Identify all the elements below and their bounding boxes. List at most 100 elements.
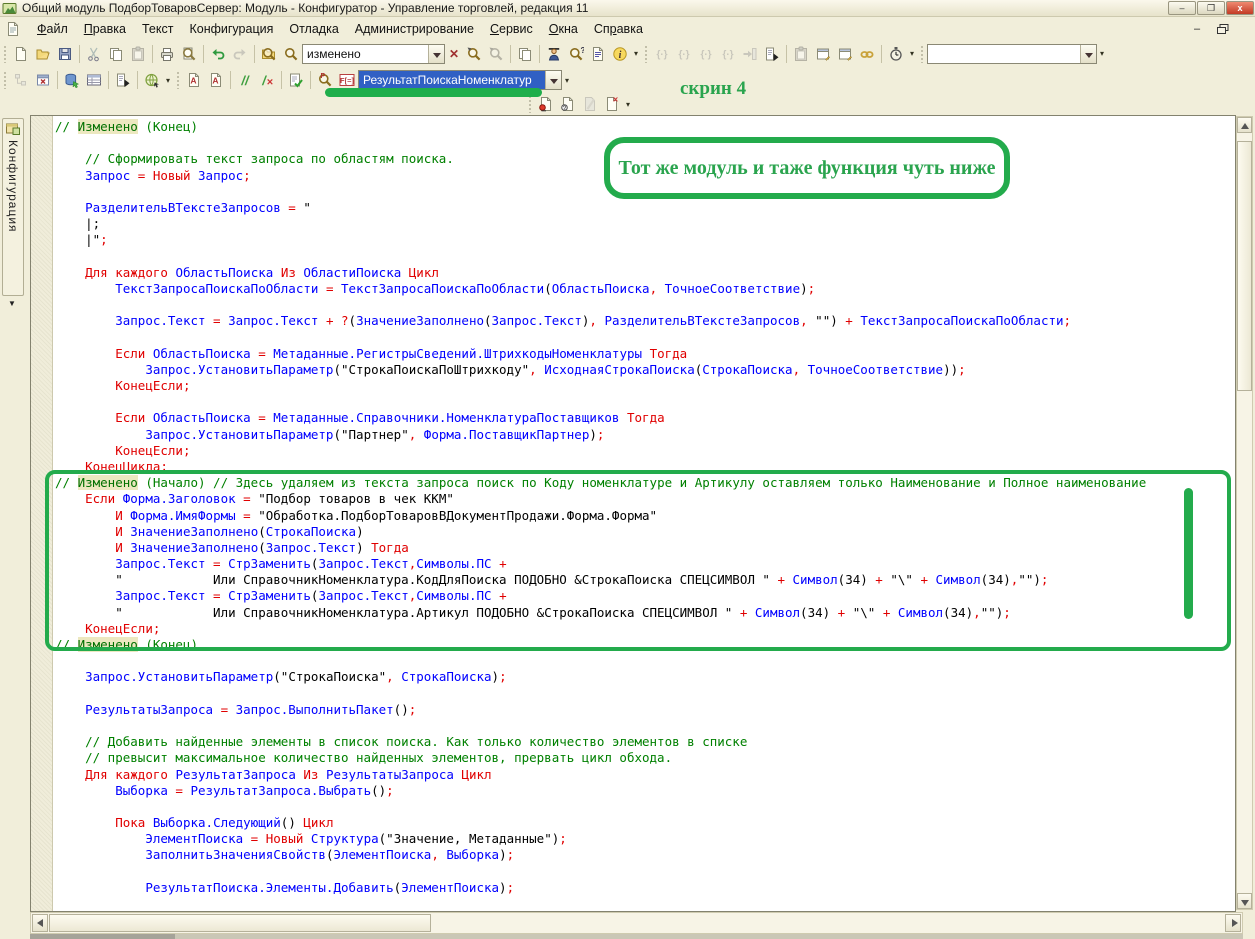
- module-text-icon[interactable]: [587, 43, 609, 65]
- template-list-icon[interactable]: [834, 43, 856, 65]
- toolbar-overflow-caret[interactable]: ▾: [631, 49, 641, 58]
- next-procedure-icon[interactable]: {·}: [695, 43, 717, 65]
- clear-bookmarks-icon[interactable]: ×: [601, 93, 623, 115]
- vertical-scrollbar[interactable]: [1236, 116, 1253, 910]
- toolbar-grip[interactable]: [528, 95, 532, 113]
- toolbar-overflow-caret[interactable]: ▾: [907, 49, 917, 58]
- restore-button[interactable]: ❐: [1197, 1, 1225, 15]
- hierarchy-icon[interactable]: [10, 69, 32, 91]
- horizontal-scroll-thumb[interactable]: [49, 914, 431, 932]
- comment-lines-icon[interactable]: //: [234, 69, 256, 91]
- toolbar-overflow-caret[interactable]: ▾: [562, 76, 572, 85]
- links-icon[interactable]: [856, 43, 878, 65]
- syntax-help-search-icon[interactable]: ?: [565, 43, 587, 65]
- clear-search-button[interactable]: ✕: [445, 44, 463, 64]
- quick-search-combo-value[interactable]: [928, 45, 1080, 63]
- minimize-button[interactable]: –: [1168, 1, 1196, 15]
- configuration-window-icon[interactable]: [83, 69, 105, 91]
- close-window-icon[interactable]: [32, 69, 54, 91]
- find-previous-icon[interactable]: [485, 43, 507, 65]
- menu-item-отладка[interactable]: Отладка: [281, 19, 346, 39]
- window-title: Общий модуль ПодборТоваровСервер: Модуль…: [22, 1, 588, 15]
- toolbar-grip[interactable]: [3, 71, 7, 89]
- toolbar-grip[interactable]: [920, 45, 924, 63]
- copy-fragment-icon[interactable]: [514, 43, 536, 65]
- dock-caret-icon[interactable]: ▼: [8, 299, 16, 308]
- search-combo-dropdown-icon[interactable]: [428, 45, 444, 63]
- procedures-combo[interactable]: РезультатПоискаНоменклатур: [358, 70, 562, 90]
- show-in-tree-icon[interactable]: [761, 43, 783, 65]
- menu-item-конфигурация[interactable]: Конфигурация: [181, 19, 281, 39]
- copy-icon[interactable]: [105, 43, 127, 65]
- undo-icon[interactable]: [207, 43, 229, 65]
- format-block-alt-icon[interactable]: A: [205, 69, 227, 91]
- previous-procedure-icon[interactable]: {·}: [673, 43, 695, 65]
- svg-text:{·}: {·}: [700, 49, 711, 60]
- goto-definition-icon[interactable]: {·}: [651, 43, 673, 65]
- find-icon[interactable]: [280, 43, 302, 65]
- open-file-icon[interactable]: [32, 43, 54, 65]
- toolbar-grip[interactable]: [176, 71, 180, 89]
- toolbar-grip[interactable]: [644, 45, 648, 63]
- format-block-icon[interactable]: A: [183, 69, 205, 91]
- toolbar-separator: [152, 45, 153, 63]
- syntax-check-icon[interactable]: [543, 43, 565, 65]
- web-client-check-icon[interactable]: [141, 69, 163, 91]
- menu-item-сервис[interactable]: Сервис: [482, 19, 541, 39]
- info-icon[interactable]: i: [609, 43, 631, 65]
- toolbar-overflow-caret[interactable]: ▾: [163, 76, 173, 85]
- print-preview-icon[interactable]: [178, 43, 200, 65]
- find-in-files-icon[interactable]: [258, 43, 280, 65]
- menu-item-текст[interactable]: Текст: [134, 19, 181, 39]
- compare-config-icon[interactable]: [112, 69, 134, 91]
- check-modules-icon[interactable]: [285, 69, 307, 91]
- paste-icon[interactable]: [127, 43, 149, 65]
- horizontal-scrollbar[interactable]: [30, 912, 1243, 934]
- search-combo-value[interactable]: изменено: [303, 45, 428, 63]
- procedures-combo-dropdown-icon[interactable]: [545, 71, 561, 89]
- status-strip: [175, 934, 1243, 939]
- next-bookmark-icon[interactable]: ?: [557, 93, 579, 115]
- toolbar-separator: [881, 45, 882, 63]
- menu-item-справка[interactable]: Справка: [586, 19, 651, 39]
- code-line: [55, 864, 1235, 880]
- redo-icon[interactable]: [229, 43, 251, 65]
- menu-item-окна[interactable]: Окна: [541, 19, 586, 39]
- procedures-combo-value[interactable]: РезультатПоискаНоменклатур: [359, 71, 545, 89]
- uncomment-lines-icon[interactable]: /×: [256, 69, 278, 91]
- toolbar-overflow-caret[interactable]: ▾: [1097, 49, 1107, 58]
- toolbar-grip[interactable]: [3, 45, 7, 63]
- paste-template-icon[interactable]: [790, 43, 812, 65]
- menu-item-правка[interactable]: Правка: [76, 19, 134, 39]
- performance-measure-icon[interactable]: [885, 43, 907, 65]
- find-next-icon[interactable]: [463, 43, 485, 65]
- new-file-icon[interactable]: [10, 43, 32, 65]
- vertical-scroll-thumb[interactable]: [1237, 141, 1252, 391]
- menu-item-файл[interactable]: Файл: [29, 19, 76, 39]
- quick-search-combo[interactable]: [927, 44, 1097, 64]
- mdi-minimize-button[interactable]: –: [1189, 24, 1205, 37]
- scroll-up-button[interactable]: [1237, 117, 1252, 133]
- edit-template-icon[interactable]: [812, 43, 834, 65]
- scroll-down-button[interactable]: [1237, 893, 1252, 909]
- toolbar-separator: [254, 45, 255, 63]
- close-button[interactable]: x: [1226, 1, 1254, 15]
- scroll-left-button[interactable]: [32, 914, 48, 932]
- print-icon[interactable]: [156, 43, 178, 65]
- scroll-right-button[interactable]: [1225, 914, 1241, 932]
- update-db-config-icon[interactable]: [61, 69, 83, 91]
- menu-item-администрирование[interactable]: Администрирование: [347, 19, 482, 39]
- goto-line-icon[interactable]: {·}: [717, 43, 739, 65]
- save-icon[interactable]: [54, 43, 76, 65]
- code-line: Если ОбластьПоиска = Метаданные.Регистры…: [55, 346, 1235, 362]
- cut-icon[interactable]: [83, 43, 105, 65]
- quick-search-combo-dropdown-icon[interactable]: [1080, 45, 1096, 63]
- search-combo[interactable]: изменено: [302, 44, 445, 64]
- mdi-restore-button[interactable]: [1215, 24, 1231, 37]
- open-in-module-icon[interactable]: [739, 43, 761, 65]
- code-line: ЭлементПоиска = Новый Структура("Значени…: [55, 831, 1235, 847]
- previous-bookmark-icon[interactable]: [579, 93, 601, 115]
- svg-text://: //: [240, 73, 250, 88]
- toolbar-overflow-caret[interactable]: ▾: [623, 100, 633, 109]
- dock-tab-configuration[interactable]: Конфигурация: [2, 118, 24, 296]
